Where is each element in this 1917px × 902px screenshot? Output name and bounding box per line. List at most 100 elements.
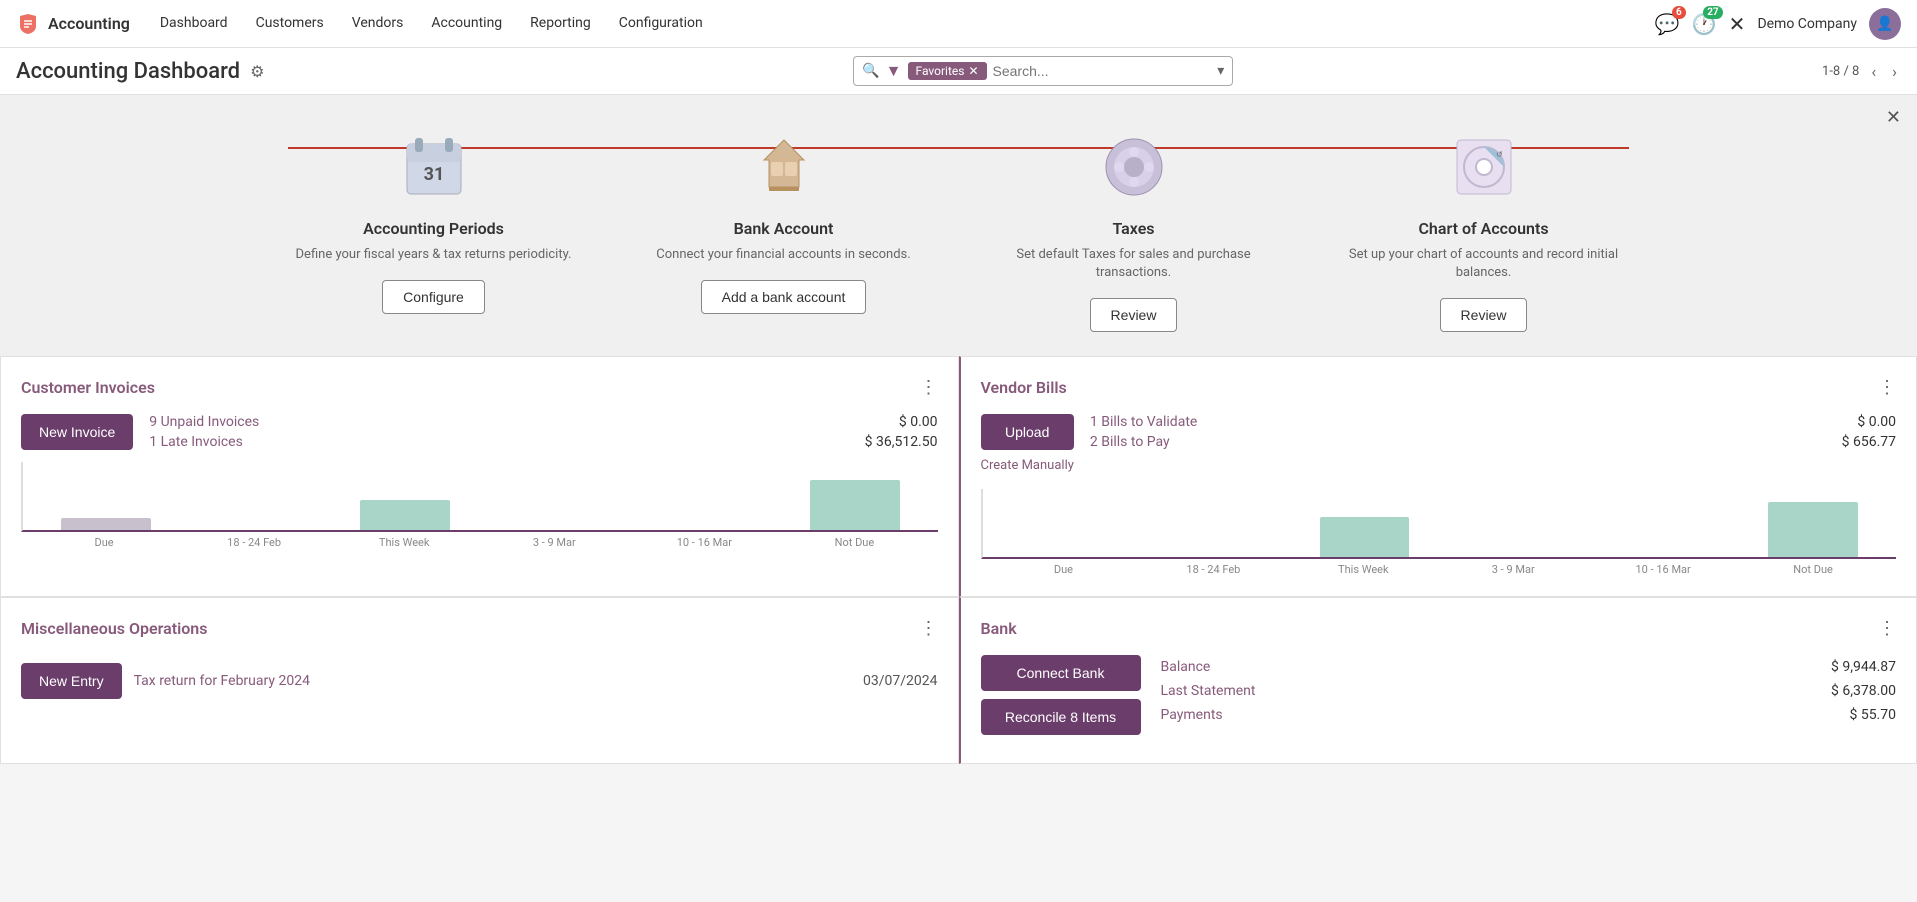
chat-button[interactable]: 💬 6 xyxy=(1655,12,1680,36)
nav-reporting[interactable]: Reporting xyxy=(516,0,605,48)
bar-due-bar xyxy=(61,518,151,530)
svg-text:↺: ↺ xyxy=(1496,150,1503,159)
customer-invoices-menu-icon[interactable]: ⋮ xyxy=(920,377,938,398)
validate-bills-link[interactable]: 1 Bills to Validate xyxy=(1090,414,1197,430)
review-chart-button[interactable]: Review xyxy=(1440,298,1528,332)
upload-button[interactable]: Upload xyxy=(981,414,1074,450)
step-chart-desc: Set up your chart of accounts and record… xyxy=(1330,246,1638,282)
settings-gear-icon[interactable]: ⚙ xyxy=(250,62,264,81)
late-invoices-link[interactable]: 1 Late Invoices xyxy=(149,434,243,450)
nav-links: Dashboard Customers Vendors Accounting R… xyxy=(146,0,1655,48)
nav-vendors[interactable]: Vendors xyxy=(338,0,418,48)
search-dropdown-icon[interactable]: ▾ xyxy=(1217,63,1224,79)
last-statement-row: Last Statement $ 6,378.00 xyxy=(1161,679,1897,703)
settings-icon: ✕ xyxy=(1729,12,1746,36)
nav-configuration[interactable]: Configuration xyxy=(605,0,717,48)
onboarding-steps: 31 Accounting Periods Define your fiscal… xyxy=(259,127,1659,332)
new-invoice-button[interactable]: New Invoice xyxy=(21,414,133,450)
misc-operations-menu-icon[interactable]: ⋮ xyxy=(920,618,938,639)
avatar[interactable]: 👤 xyxy=(1869,8,1901,40)
step-periods-title: Accounting Periods xyxy=(363,219,504,238)
payments-label: Payments xyxy=(1161,707,1223,723)
misc-operations-row: New Entry Tax return for February 2024 0… xyxy=(21,655,938,707)
close-banner-button[interactable]: ✕ xyxy=(1886,107,1901,128)
add-bank-account-button[interactable]: Add a bank account xyxy=(701,280,867,314)
vchart-label-18-24: 18 - 24 Feb xyxy=(1138,563,1288,576)
nav-right: 💬 6 🕐 27 ✕ Demo Company 👤 xyxy=(1655,8,1901,40)
customer-invoices-header: Customer Invoices ⋮ xyxy=(21,377,938,398)
vendor-bills-stats: 1 Bills to Validate $ 0.00 2 Bills to Pa… xyxy=(1090,414,1896,450)
customer-invoices-stats: 9 Unpaid Invoices $ 0.00 1 Late Invoices… xyxy=(149,414,937,450)
bank-title: Bank xyxy=(981,619,1017,638)
vbar-this-week xyxy=(1290,517,1440,557)
prev-page-button[interactable]: ‹ xyxy=(1867,58,1880,85)
clock-button[interactable]: 🕐 27 xyxy=(1692,12,1717,36)
filter-tag-label: Favorites xyxy=(916,64,965,78)
chat-badge: 6 xyxy=(1672,6,1686,19)
chart-label-not-due: Not Due xyxy=(779,536,929,549)
balance-amount: $ 9,944.87 xyxy=(1831,659,1896,675)
nav-dashboard[interactable]: Dashboard xyxy=(146,0,242,48)
bar-due xyxy=(31,518,181,530)
search-input[interactable] xyxy=(993,63,1212,79)
misc-operations-header: Miscellaneous Operations ⋮ xyxy=(21,618,938,639)
customer-invoices-card: Customer Invoices ⋮ New Invoice 9 Unpaid… xyxy=(0,356,959,597)
taxes-icon xyxy=(1094,127,1174,207)
pay-bills-amount: $ 656.77 xyxy=(1842,434,1896,450)
chart-label-due: Due xyxy=(29,536,179,549)
dashboard-grid: Customer Invoices ⋮ New Invoice 9 Unpaid… xyxy=(0,356,1917,764)
chart-label-18-24: 18 - 24 Feb xyxy=(179,536,329,549)
tax-return-link[interactable]: Tax return for February 2024 xyxy=(134,673,851,689)
page-title: Accounting Dashboard xyxy=(16,59,240,84)
step-taxes-title: Taxes xyxy=(1112,219,1154,238)
pay-bills-link[interactable]: 2 Bills to Pay xyxy=(1090,434,1170,450)
vchart-label-3-9: 3 - 9 Mar xyxy=(1438,563,1588,576)
validate-bills-row: 1 Bills to Validate $ 0.00 xyxy=(1090,414,1896,430)
reconcile-button[interactable]: Reconcile 8 Items xyxy=(981,699,1141,735)
late-invoices-amount: $ 36,512.50 xyxy=(865,434,938,450)
bank-card: Bank ⋮ Connect Bank Reconcile 8 Items Ba… xyxy=(959,597,1917,764)
vendor-bills-menu-icon[interactable]: ⋮ xyxy=(1878,377,1896,398)
favorites-filter-tag[interactable]: Favorites ✕ xyxy=(908,62,987,80)
onboarding-step-periods: 31 Accounting Periods Define your fiscal… xyxy=(280,127,588,314)
tax-return-date: 03/07/2024 xyxy=(863,673,938,689)
payments-amount: $ 55.70 xyxy=(1849,707,1896,723)
review-taxes-button[interactable]: Review xyxy=(1090,298,1178,332)
company-name: Demo Company xyxy=(1757,16,1857,32)
nav-customers[interactable]: Customers xyxy=(242,0,338,48)
step-taxes-desc: Set default Taxes for sales and purchase… xyxy=(980,246,1288,282)
search-bar: 🔍 ▼ Favorites ✕ ▾ xyxy=(853,56,1233,86)
new-entry-button[interactable]: New Entry xyxy=(21,663,122,699)
bank-icon xyxy=(744,127,824,207)
chart-label-this-week: This Week xyxy=(329,536,479,549)
brand-icon xyxy=(16,12,40,36)
vendor-bills-actions: Upload Create Manually 1 Bills to Valida… xyxy=(981,414,1897,477)
step-chart-title: Chart of Accounts xyxy=(1418,219,1548,238)
brand-name: Accounting xyxy=(48,14,130,33)
vendor-bills-title: Vendor Bills xyxy=(981,378,1067,397)
vendor-bills-chart-labels: Due 18 - 24 Feb This Week 3 - 9 Mar 10 -… xyxy=(981,563,1897,576)
bar-not-due-bar xyxy=(810,480,900,530)
connect-bank-button[interactable]: Connect Bank xyxy=(981,655,1141,691)
vchart-label-due: Due xyxy=(989,563,1139,576)
onboarding-step-taxes: Taxes Set default Taxes for sales and pu… xyxy=(980,127,1288,332)
customer-invoices-chart: Due 18 - 24 Feb This Week 3 - 9 Mar 10 -… xyxy=(21,462,938,549)
vendor-bills-chart: Due 18 - 24 Feb This Week 3 - 9 Mar 10 -… xyxy=(981,489,1897,576)
svg-text:31: 31 xyxy=(423,164,444,185)
app-brand[interactable]: Accounting xyxy=(16,12,130,36)
misc-operations-card: Miscellaneous Operations ⋮ New Entry Tax… xyxy=(0,597,959,764)
create-manually-link[interactable]: Create Manually xyxy=(981,454,1074,477)
configure-button[interactable]: Configure xyxy=(382,280,485,314)
vendor-bills-bar-chart xyxy=(981,489,1897,559)
unpaid-invoices-link[interactable]: 9 Unpaid Invoices xyxy=(149,414,259,430)
avatar-icon: 👤 xyxy=(1876,16,1893,32)
bank-menu-icon[interactable]: ⋮ xyxy=(1878,618,1896,639)
filter-remove-icon[interactable]: ✕ xyxy=(968,64,978,78)
last-statement-amount: $ 6,378.00 xyxy=(1831,683,1896,699)
nav-accounting[interactable]: Accounting xyxy=(417,0,516,48)
next-page-button[interactable]: › xyxy=(1888,58,1901,85)
settings-button[interactable]: ✕ xyxy=(1729,12,1746,36)
customer-invoices-actions: New Invoice 9 Unpaid Invoices $ 0.00 1 L… xyxy=(21,414,938,450)
bank-stats: Balance $ 9,944.87 Last Statement $ 6,37… xyxy=(1161,655,1897,727)
vchart-label-this-week: This Week xyxy=(1288,563,1438,576)
